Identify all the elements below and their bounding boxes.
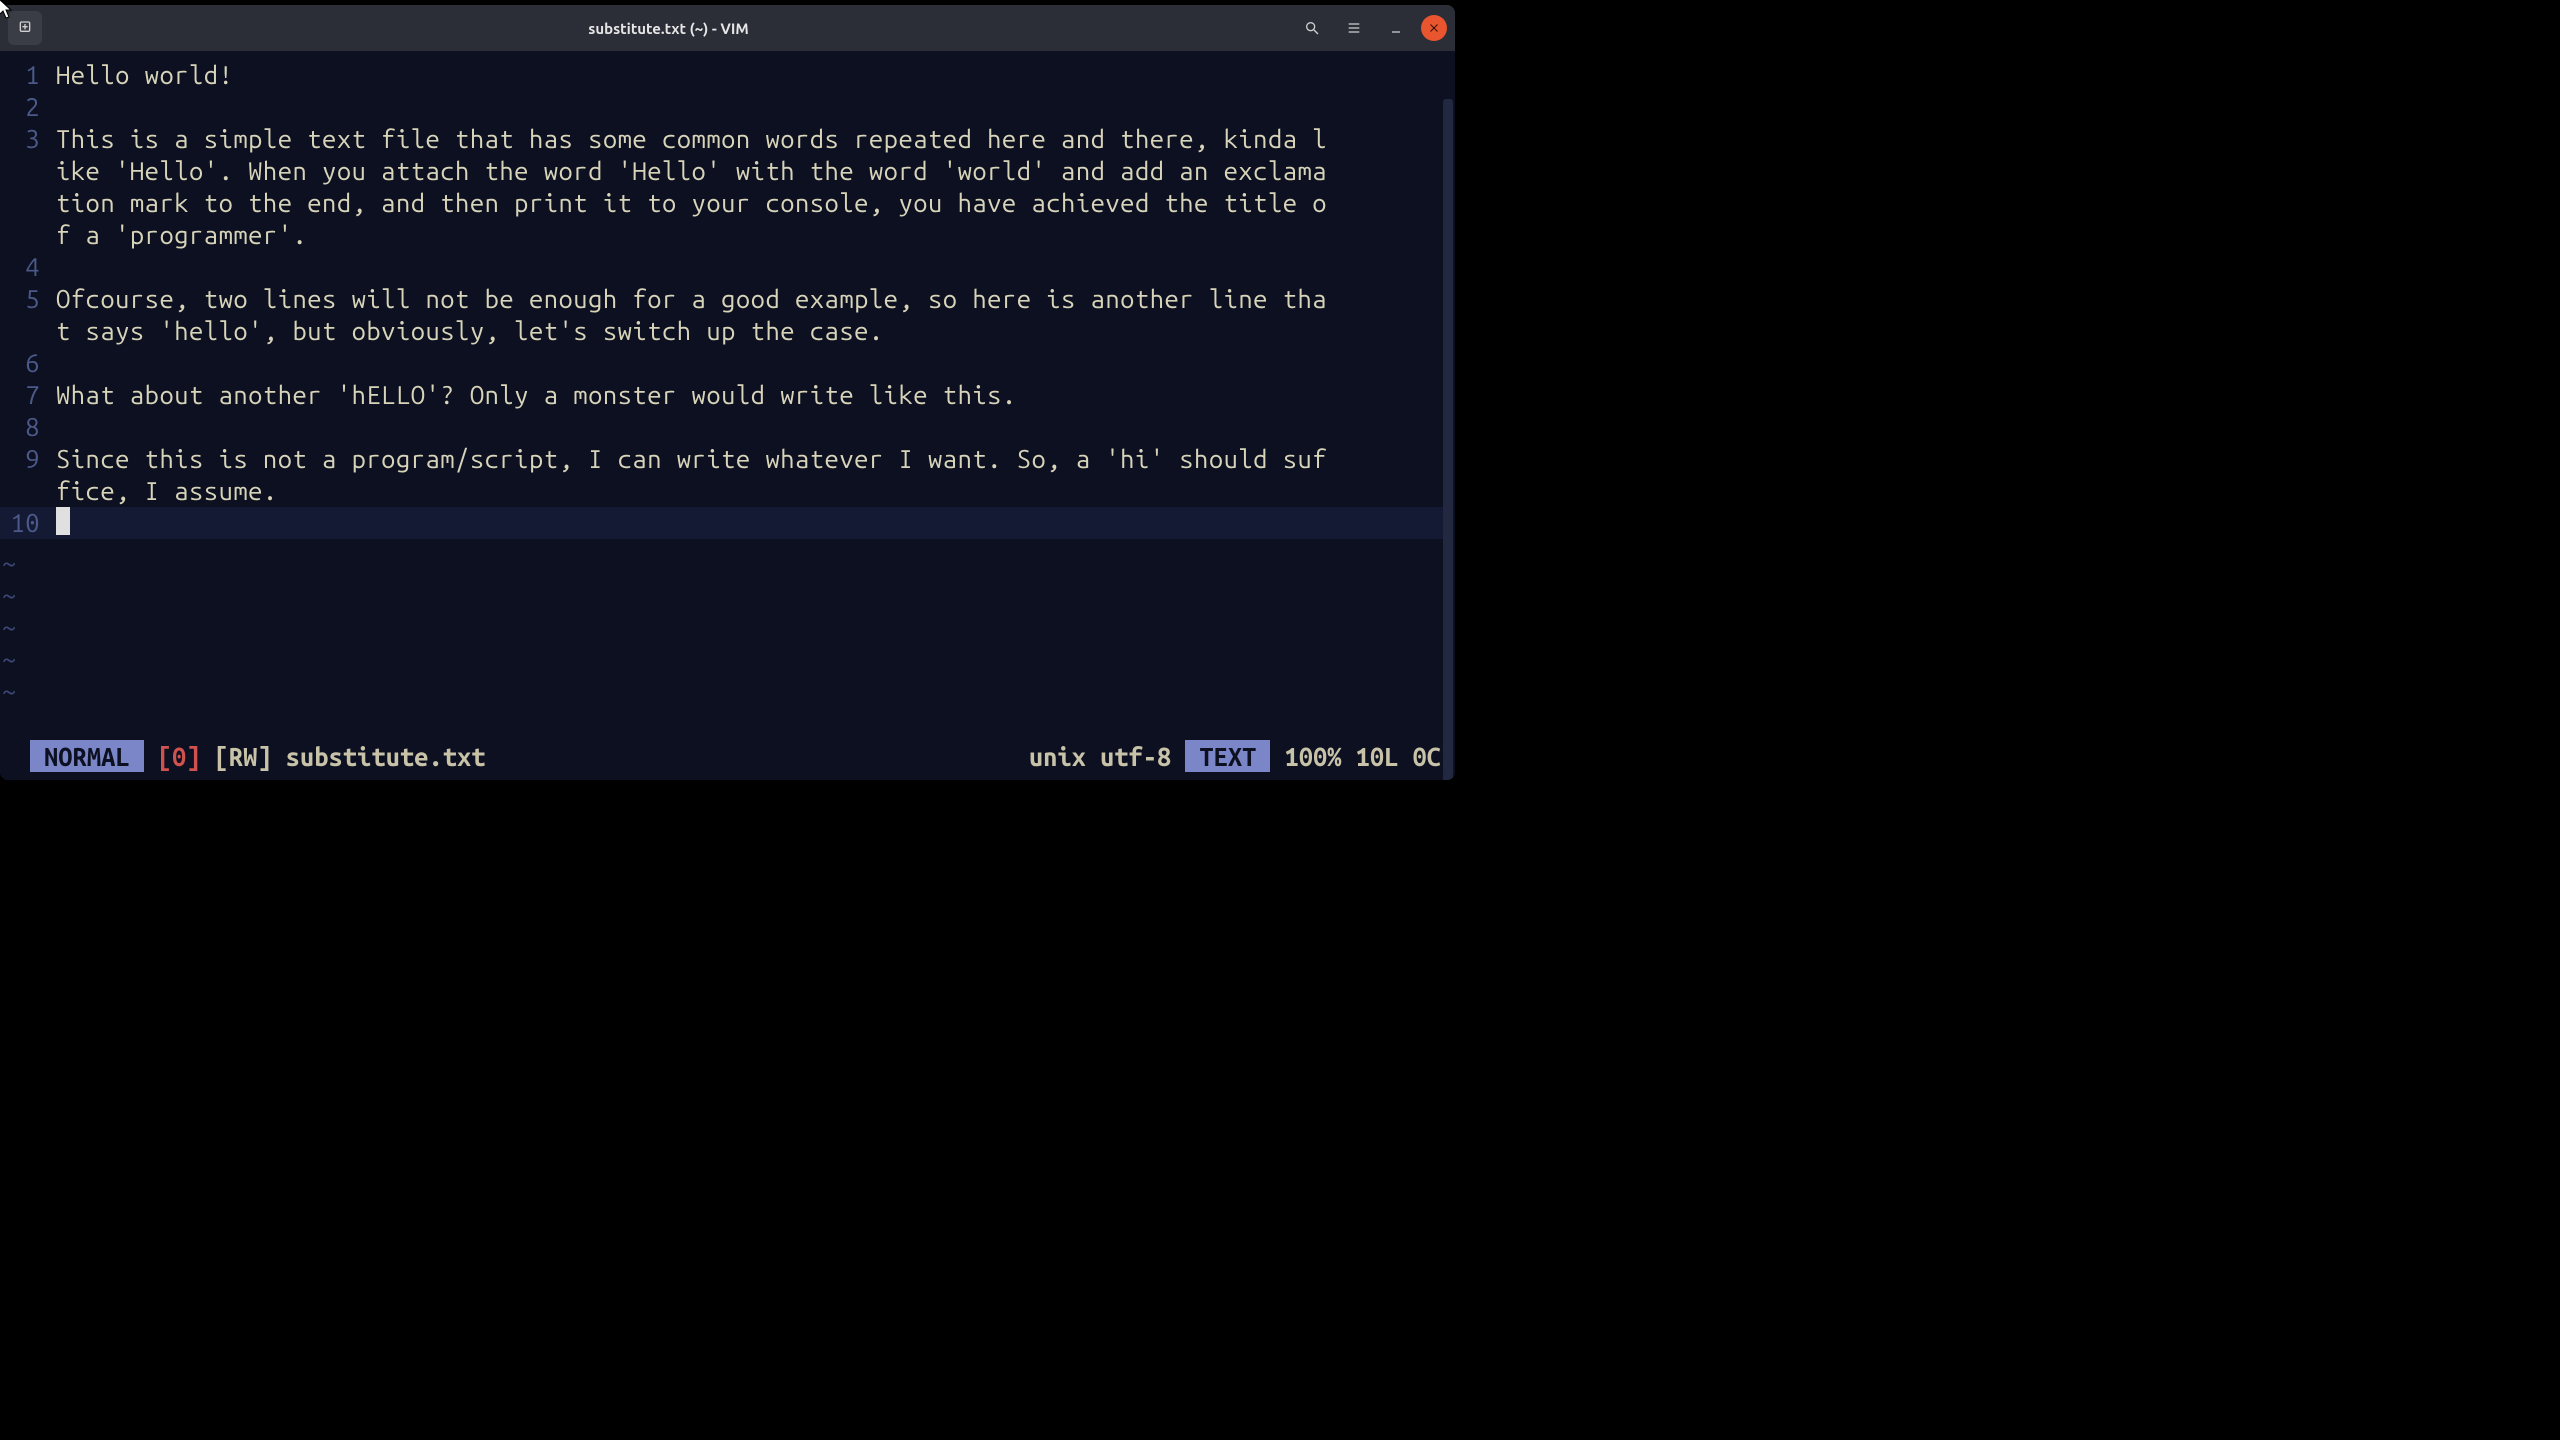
readwrite-flag: [RW]	[215, 742, 272, 771]
encoding: utf-8	[1100, 742, 1171, 771]
hamburger-icon	[1346, 20, 1362, 36]
editor-line[interactable]: f a 'programmer'.	[0, 219, 1451, 251]
line-number: 6	[0, 347, 50, 379]
editor-line[interactable]: ike 'Hello'. When you attach the word 'H…	[0, 155, 1451, 187]
editor-line[interactable]: 2	[0, 91, 1451, 123]
editor-line[interactable]: 7What about another 'hELLO'? Only a mons…	[0, 379, 1451, 411]
line-number: 7	[0, 379, 50, 411]
editor-line[interactable]: 5Ofcourse, two lines will not be enough …	[0, 283, 1451, 315]
line-text[interactable]: ike 'Hello'. When you attach the word 'H…	[50, 155, 1451, 187]
buffer-number: [0]	[158, 742, 201, 771]
close-icon	[1428, 22, 1440, 34]
line-text[interactable]: fice, I assume.	[50, 475, 1451, 507]
fileformat: unix	[1029, 742, 1086, 771]
editor-line[interactable]: 1Hello world!	[0, 59, 1451, 91]
scrollbar[interactable]	[1443, 99, 1453, 780]
editor-line[interactable]: 4	[0, 251, 1451, 283]
tilde-line: ~	[2, 675, 1455, 707]
scroll-percent: 100%	[1284, 742, 1341, 771]
editor-line[interactable]: 3This is a simple text file that has som…	[0, 123, 1451, 155]
line-count: 10L	[1356, 742, 1399, 771]
window-title: substitute.txt (~) - VIM	[48, 20, 1289, 37]
line-text[interactable]: Hello world!	[50, 59, 1451, 91]
line-number: 10	[0, 507, 50, 539]
mouse-pointer-icon	[0, 0, 14, 20]
line-text[interactable]: Ofcourse, two lines will not be enough f…	[50, 283, 1451, 315]
gvim-window: substitute.txt (~) - VIM	[0, 5, 1455, 780]
line-number: 3	[0, 123, 50, 155]
editor-line[interactable]: fice, I assume.	[0, 475, 1451, 507]
search-icon	[1304, 20, 1320, 36]
tilde-line: ~	[2, 643, 1455, 675]
search-button[interactable]	[1295, 11, 1329, 45]
line-text[interactable]: What about another 'hELLO'? Only a monst…	[50, 379, 1451, 411]
line-text[interactable]: t says 'hello', but obviously, let's swi…	[50, 315, 1451, 347]
filetype: TEXT	[1185, 740, 1270, 772]
editor-line[interactable]: 10	[0, 507, 1451, 539]
tilde-line: ~	[2, 547, 1455, 579]
editor-line[interactable]: 6	[0, 347, 1451, 379]
column: 0C	[1412, 742, 1441, 771]
line-number: 2	[0, 91, 50, 123]
line-text[interactable]: tion mark to the end, and then print it …	[50, 187, 1451, 219]
filename: substitute.txt	[286, 742, 486, 771]
editor-line[interactable]: t says 'hello', but obviously, let's swi…	[0, 315, 1451, 347]
line-text[interactable]	[50, 91, 1451, 123]
line-text[interactable]	[50, 411, 1451, 443]
statusline: NORMAL [0] [RW] substitute.txt unix utf-…	[30, 740, 1441, 772]
minimize-button[interactable]	[1379, 11, 1413, 45]
empty-line-tilde-area: ~~~~~	[0, 547, 1455, 707]
line-number: 9	[0, 443, 50, 475]
close-button[interactable]	[1421, 15, 1447, 41]
editor-line[interactable]: 8	[0, 411, 1451, 443]
line-number: 4	[0, 251, 50, 283]
line-text[interactable]	[50, 347, 1451, 379]
tilde-line: ~	[2, 611, 1455, 643]
titlebar: substitute.txt (~) - VIM	[0, 5, 1455, 51]
line-text[interactable]: Since this is not a program/script, I ca…	[50, 443, 1451, 475]
hamburger-menu-button[interactable]	[1337, 11, 1371, 45]
line-text[interactable]: f a 'programmer'.	[50, 219, 1451, 251]
cursor	[56, 507, 70, 535]
line-number: 1	[0, 59, 50, 91]
minimize-icon	[1388, 20, 1404, 36]
tilde-line: ~	[2, 579, 1455, 611]
line-text[interactable]: This is a simple text file that has some…	[50, 123, 1451, 155]
line-text[interactable]	[50, 251, 1451, 283]
line-number: 5	[0, 283, 50, 315]
line-text[interactable]	[50, 507, 1451, 539]
scrollbar-thumb[interactable]	[1443, 99, 1453, 780]
line-number: 8	[0, 411, 50, 443]
editor-line[interactable]: tion mark to the end, and then print it …	[0, 187, 1451, 219]
mode-indicator: NORMAL	[30, 740, 144, 772]
new-tab-icon	[17, 20, 33, 36]
editor[interactable]: 1Hello world!23This is a simple text fil…	[0, 51, 1455, 780]
editor-line[interactable]: 9Since this is not a program/script, I c…	[0, 443, 1451, 475]
